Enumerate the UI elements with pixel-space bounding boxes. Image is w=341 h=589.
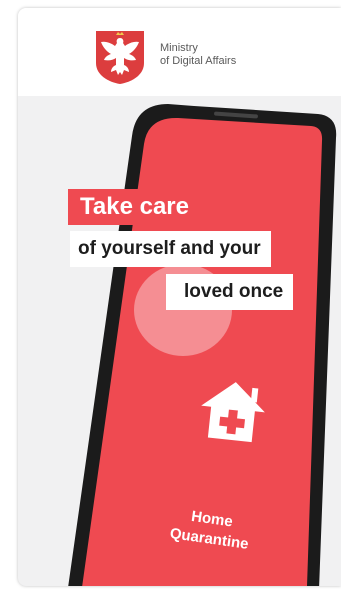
ministry-header: Ministry of Digital Affairs bbox=[18, 8, 341, 96]
ministry-name: Ministry of Digital Affairs bbox=[160, 42, 236, 68]
promo-headline: Take care bbox=[68, 189, 202, 225]
ministry-name-line2: of Digital Affairs bbox=[160, 55, 237, 67]
app-promo-card[interactable]: Ministry of Digital Affairs Take care of… bbox=[18, 8, 341, 586]
promo-line-2: of yourself and your bbox=[70, 231, 271, 267]
ministry-name-line1: Ministry bbox=[160, 42, 198, 54]
polish-eagle-emblem-icon bbox=[96, 31, 144, 84]
promo-line-3: loved once bbox=[166, 274, 294, 310]
